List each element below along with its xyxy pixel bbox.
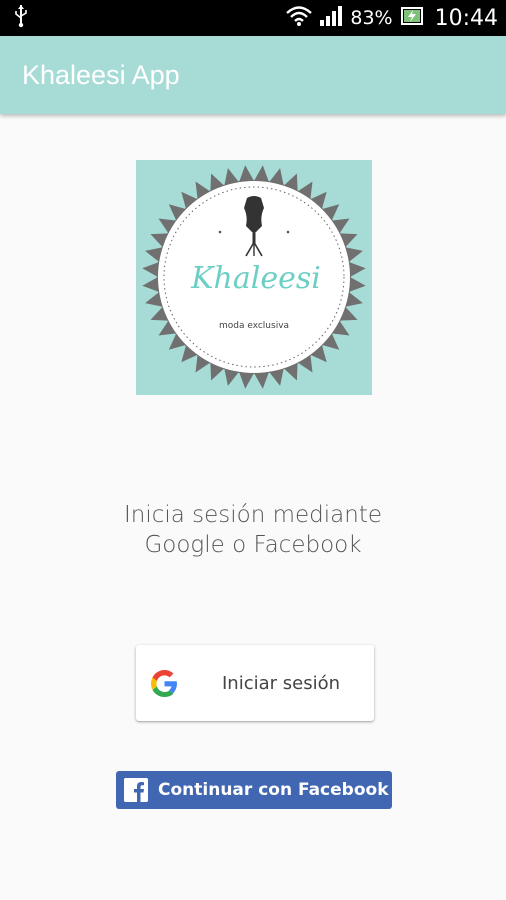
login-prompt-line1: Inicia sesión mediante — [123, 502, 383, 528]
clock: 10:44 — [434, 5, 498, 31]
google-sign-in-button[interactable]: Iniciar sesión — [136, 645, 374, 721]
google-sign-in-label: Iniciar sesión — [221, 672, 341, 694]
app-logo: Khaleesi moda exclusiva — [136, 160, 372, 395]
status-left — [14, 4, 28, 33]
wifi-icon — [286, 5, 313, 32]
logo-graphic: Khaleesi moda exclusiva — [136, 160, 372, 395]
logo-brand-name: Khaleesi — [190, 261, 321, 296]
signal-icon — [320, 5, 343, 31]
battery-percent: 83% — [350, 7, 393, 29]
facebook-login-label: Continuar con Facebook — [158, 780, 389, 800]
usb-icon — [14, 4, 28, 33]
status-bar: 83% 10:44 — [0, 0, 506, 36]
status-right: 83% 10:44 — [286, 5, 498, 32]
facebook-login-button[interactable]: Continuar con Facebook — [116, 771, 392, 809]
login-prompt: Inicia sesión mediante Google o Facebook — [0, 500, 506, 560]
app-title: Khaleesi App — [22, 59, 180, 90]
google-icon — [151, 670, 178, 697]
facebook-icon — [124, 778, 148, 802]
battery-charging-icon — [400, 6, 423, 31]
logo-tagline: moda exclusiva — [219, 321, 289, 331]
app-bar: Khaleesi App — [0, 36, 506, 114]
login-prompt-line2: Google o Facebook — [144, 532, 362, 558]
